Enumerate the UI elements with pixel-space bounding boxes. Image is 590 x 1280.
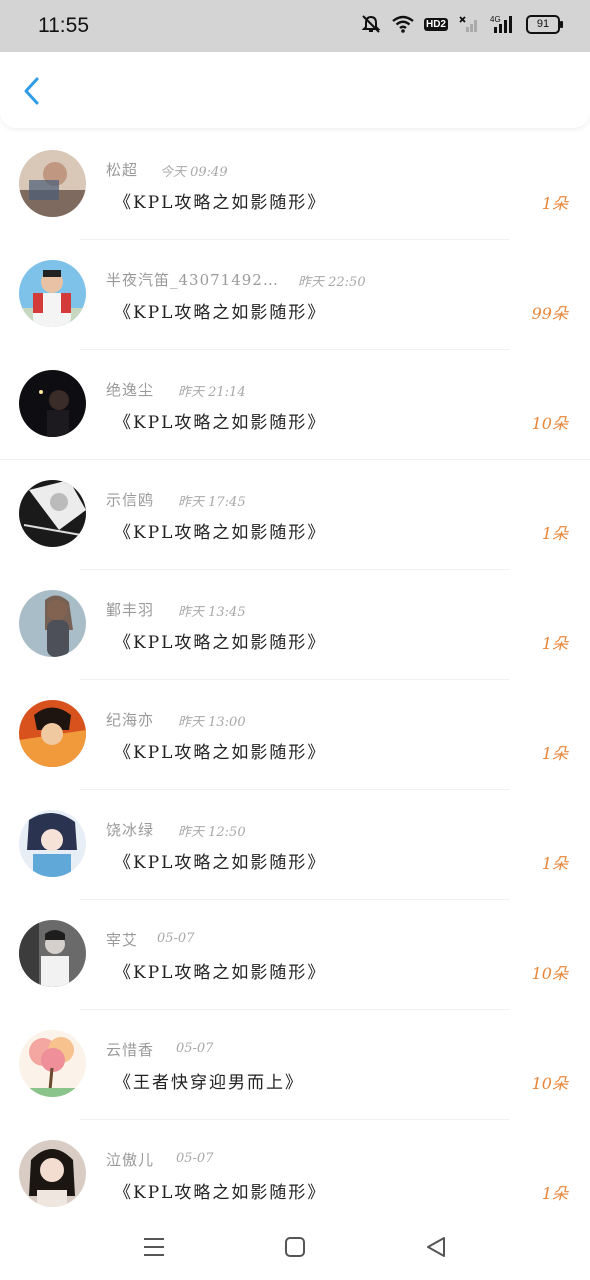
- status-icons: HD2 4G 91: [360, 14, 563, 34]
- flower-count: 10朵: [531, 964, 568, 983]
- flower-count: 10朵: [531, 414, 568, 433]
- list-item[interactable]: 示信鸥 昨天 17:45 《KPL攻略之如影随形》 1朵: [0, 460, 590, 570]
- timestamp: 05-07: [157, 931, 195, 946]
- work-title[interactable]: 《KPL攻略之如影随形》: [114, 628, 326, 653]
- user-name[interactable]: 鄞丰羽: [106, 599, 154, 620]
- list-item[interactable]: 云惜香 05-07 《王者快穿迎男而上》 10朵: [0, 1010, 590, 1120]
- flower-count: 99朵: [531, 304, 568, 323]
- home-button[interactable]: [278, 1230, 312, 1264]
- status-time: 11:55: [38, 14, 89, 37]
- list-item[interactable]: 松超 今天 09:49 《KPL攻略之如影随形》 1朵: [0, 130, 590, 240]
- timestamp: 今天 09:49: [160, 165, 228, 180]
- work-title[interactable]: 《KPL攻略之如影随形》: [114, 958, 326, 983]
- timestamp: 昨天 12:50: [178, 825, 246, 840]
- menu-button[interactable]: [137, 1230, 171, 1264]
- timestamp: 昨天 13:45: [178, 605, 246, 620]
- home-square-icon: [285, 1237, 305, 1257]
- avatar[interactable]: [19, 370, 86, 437]
- avatar[interactable]: [19, 1030, 86, 1097]
- timestamp: 昨天 21:14: [178, 385, 246, 400]
- battery-icon: 91: [526, 14, 563, 34]
- work-title[interactable]: 《王者快穿迎男而上》: [114, 1068, 304, 1093]
- flower-count: 1朵: [541, 194, 568, 213]
- user-name[interactable]: 示信鸥: [106, 489, 154, 510]
- flower-count: 10朵: [531, 1074, 568, 1093]
- timestamp: 05-07: [176, 1151, 214, 1166]
- avatar[interactable]: [19, 700, 86, 767]
- back-button[interactable]: [16, 74, 50, 108]
- flower-count: 1朵: [541, 1184, 568, 1203]
- triangle-back-icon: [427, 1237, 445, 1257]
- list-item[interactable]: 纪海亦 昨天 13:00 《KPL攻略之如影随形》 1朵: [0, 680, 590, 790]
- menu-icon: [144, 1238, 164, 1256]
- list-item[interactable]: 宰艾 05-07 《KPL攻略之如影随形》 10朵: [0, 900, 590, 1010]
- status-bar: 11:55 HD2 4G 91: [0, 0, 590, 52]
- timestamp: 昨天 13:00: [178, 715, 246, 730]
- user-name[interactable]: 绝逸尘: [106, 379, 154, 400]
- avatar[interactable]: [19, 810, 86, 877]
- work-title[interactable]: 《KPL攻略之如影随形》: [114, 188, 326, 213]
- timestamp: 昨天 17:45: [178, 495, 246, 510]
- signal-weak-icon: [458, 15, 480, 33]
- flower-count: 1朵: [541, 744, 568, 763]
- flower-count: 1朵: [541, 854, 568, 873]
- header: [0, 52, 590, 128]
- svg-text:4G: 4G: [490, 15, 501, 24]
- work-title[interactable]: 《KPL攻略之如影随形》: [114, 848, 326, 873]
- system-back-button[interactable]: [419, 1230, 453, 1264]
- user-name[interactable]: 饶冰绿: [106, 819, 154, 840]
- avatar[interactable]: [19, 920, 86, 987]
- work-title[interactable]: 《KPL攻略之如影随形》: [114, 408, 326, 433]
- system-nav-bar: [0, 1210, 590, 1280]
- chevron-left-icon: [24, 77, 39, 105]
- timestamp: 05-07: [176, 1041, 214, 1056]
- list-item[interactable]: 绝逸尘 昨天 21:14 《KPL攻略之如影随形》 10朵: [0, 350, 590, 460]
- user-name[interactable]: 松超: [106, 159, 138, 180]
- work-title[interactable]: 《KPL攻略之如影随形》: [114, 1178, 326, 1203]
- list-item[interactable]: 饶冰绿 昨天 12:50 《KPL攻略之如影随形》 1朵: [0, 790, 590, 900]
- user-name[interactable]: 泣傲儿: [106, 1149, 154, 1170]
- user-name[interactable]: 宰艾: [106, 929, 138, 950]
- work-title[interactable]: 《KPL攻略之如影随形》: [114, 738, 326, 763]
- flower-count: 1朵: [541, 634, 568, 653]
- avatar[interactable]: [19, 590, 86, 657]
- avatar[interactable]: [19, 480, 86, 547]
- avatar[interactable]: [19, 150, 86, 217]
- list-item[interactable]: 鄞丰羽 昨天 13:45 《KPL攻略之如影随形》 1朵: [0, 570, 590, 680]
- wifi-icon: [392, 15, 414, 33]
- avatar[interactable]: [19, 260, 86, 327]
- flower-count: 1朵: [541, 524, 568, 543]
- avatar[interactable]: [19, 1140, 86, 1207]
- user-name[interactable]: 半夜汽笛_43071492…: [106, 269, 279, 290]
- gift-list: 松超 今天 09:49 《KPL攻略之如影随形》 1朵 半夜汽笛_4307149…: [0, 130, 590, 1230]
- work-title[interactable]: 《KPL攻略之如影随形》: [114, 298, 326, 323]
- timestamp: 昨天 22:50: [298, 275, 366, 290]
- list-item[interactable]: 半夜汽笛_43071492… 昨天 22:50 《KPL攻略之如影随形》 99朵: [0, 240, 590, 350]
- hd-voice-icon: HD2: [423, 17, 448, 31]
- user-name[interactable]: 云惜香: [106, 1039, 154, 1060]
- signal-4g-icon: 4G: [490, 14, 516, 34]
- mute-bell-icon: [360, 14, 382, 34]
- user-name[interactable]: 纪海亦: [106, 709, 154, 730]
- work-title[interactable]: 《KPL攻略之如影随形》: [114, 518, 326, 543]
